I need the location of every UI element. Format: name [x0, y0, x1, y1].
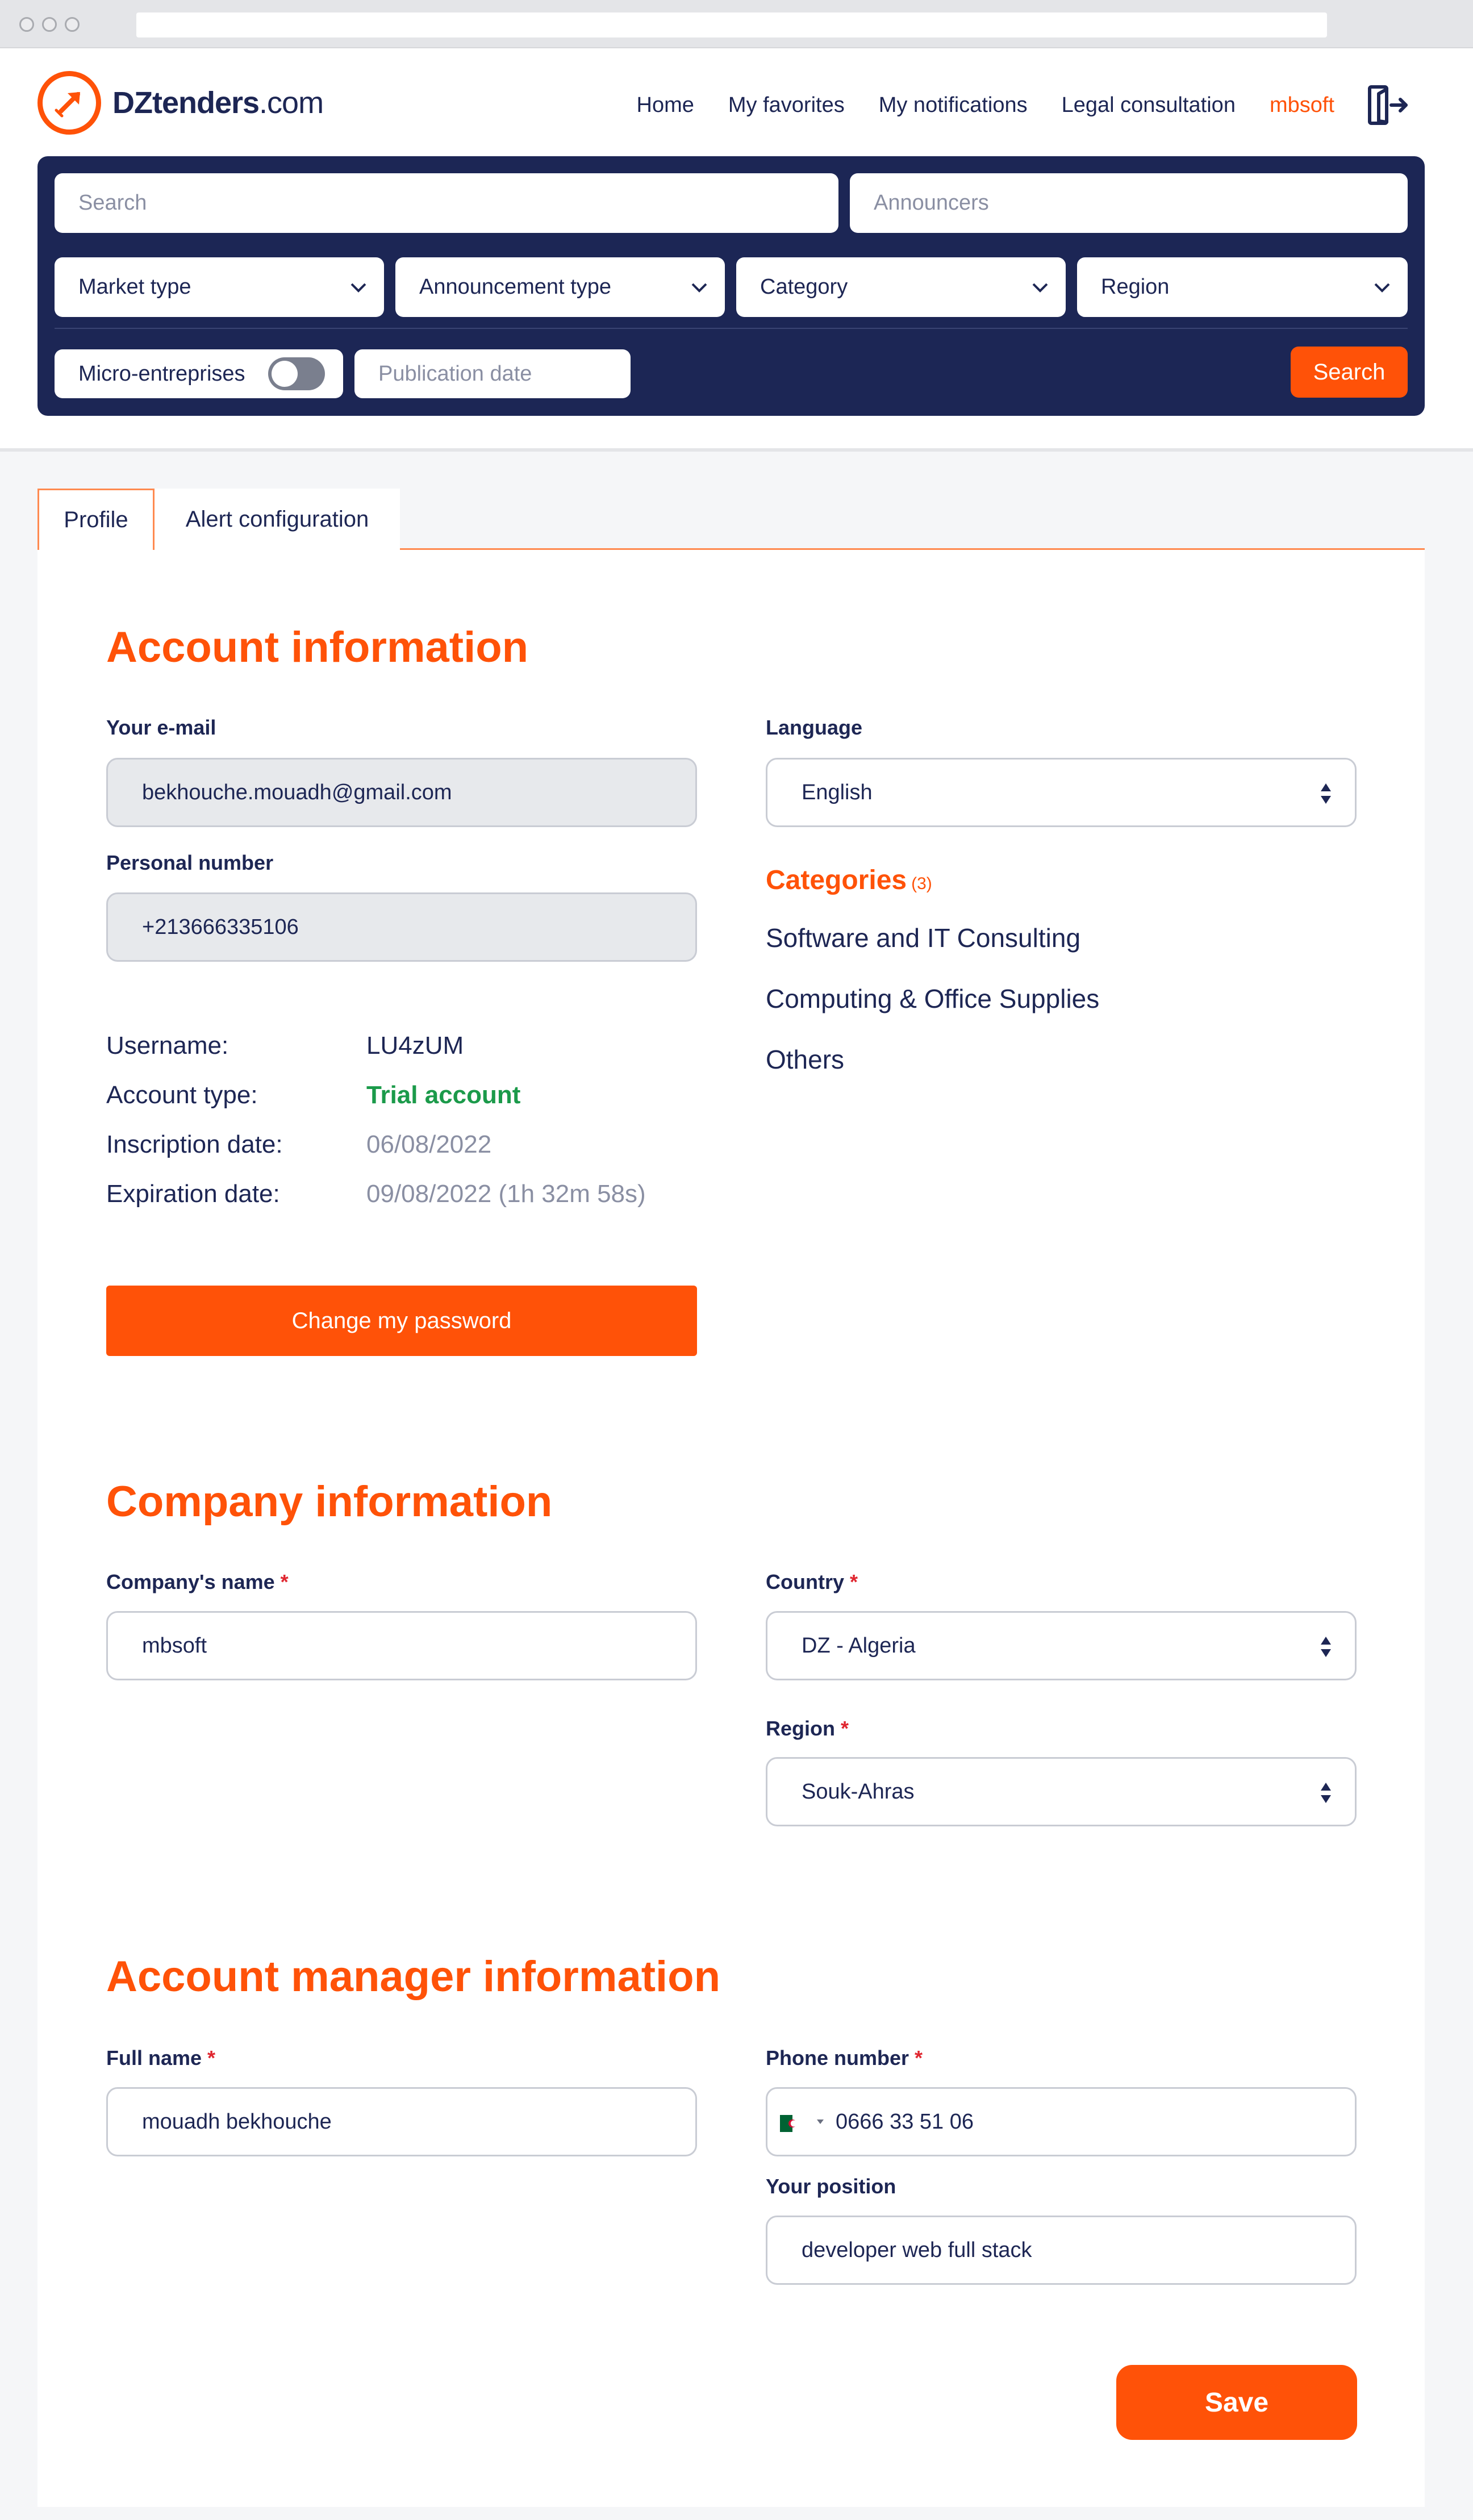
search-panel: Search Announcers Market type Announceme…	[37, 156, 1425, 416]
algeria-flag-icon[interactable]	[780, 2113, 805, 2132]
region-label: Region	[1101, 275, 1170, 299]
personal-number-field: +213666335106	[106, 892, 697, 962]
logo-text: DZtenders.com	[112, 86, 324, 120]
full-name-label: Full name *	[106, 2046, 216, 2070]
nav-user-account[interactable]: mbsoft	[1270, 93, 1334, 118]
logout-icon[interactable]	[1366, 84, 1409, 127]
position-field[interactable]: developer web full stack	[766, 2216, 1357, 2285]
site-header: DZtenders.com Home My favorites My notif…	[0, 48, 1473, 452]
manager-info-title: Account manager information	[106, 1952, 720, 2001]
username-key: Username:	[106, 1032, 229, 1059]
market-type-select[interactable]: Market type	[55, 257, 384, 317]
phone-number-label: Phone number *	[766, 2046, 923, 2070]
profile-card: Account information Your e-mail bekhouch…	[37, 550, 1425, 2507]
select-arrows-icon	[1321, 1637, 1331, 1657]
logo[interactable]: DZtenders.com	[37, 71, 324, 135]
company-name-label: Company's name *	[106, 1570, 289, 1593]
position-label: Your position	[766, 2175, 896, 2198]
market-type-label: Market type	[78, 275, 191, 299]
category-item: Software and IT Consulting	[766, 923, 1081, 953]
micro-entreprises-toggle[interactable]	[268, 357, 325, 390]
announcement-type-label: Announcement type	[419, 275, 612, 299]
inscription-date-key: Inscription date:	[106, 1130, 283, 1158]
select-arrows-icon	[1321, 783, 1331, 804]
logo-rocket-icon	[37, 71, 101, 135]
window-minimize-dot[interactable]	[42, 17, 57, 32]
expiration-date-key: Expiration date:	[106, 1180, 280, 1208]
publication-date-input[interactable]: Publication date	[354, 349, 631, 398]
chevron-down-icon	[1032, 283, 1048, 293]
phone-number-field[interactable]: 0666 33 51 06	[766, 2087, 1357, 2156]
categories-title: Categories (3)	[766, 865, 932, 896]
change-password-button[interactable]: Change my password	[106, 1286, 697, 1356]
email-field: bekhouche.mouadh@gmail.com	[106, 758, 697, 827]
country-label: Country *	[766, 1570, 858, 1593]
save-button[interactable]: Save	[1116, 2365, 1357, 2440]
country-value: DZ - Algeria	[802, 1633, 916, 1658]
caret-down-icon[interactable]	[816, 2119, 824, 2125]
main-nav: Home My favorites My notifications Legal…	[603, 82, 1473, 128]
categories-title-text: Categories	[766, 865, 907, 895]
micro-entreprises-label: Micro-entreprises	[78, 361, 245, 386]
chevron-down-icon	[691, 283, 707, 293]
full-name-field[interactable]: mouadh bekhouche	[106, 2087, 697, 2156]
chevron-down-icon	[1374, 283, 1390, 293]
company-name-field[interactable]: mbsoft	[106, 1611, 697, 1680]
nav-notifications[interactable]: My notifications	[879, 93, 1028, 118]
address-bar[interactable]	[136, 12, 1327, 37]
region-select[interactable]: Souk-Ahras	[766, 1757, 1357, 1826]
category-item: Others	[766, 1045, 845, 1074]
account-info-title: Account information	[106, 623, 529, 671]
language-label: Language	[766, 716, 863, 739]
account-type-key: Account type:	[106, 1081, 258, 1109]
region-select[interactable]: Region	[1077, 257, 1408, 317]
username-value: LU4zUM	[366, 1032, 464, 1059]
select-arrows-icon	[1321, 1783, 1331, 1803]
nav-home[interactable]: Home	[637, 93, 694, 118]
search-separator	[55, 328, 1408, 329]
category-select[interactable]: Category	[736, 257, 1066, 317]
language-value: English	[802, 780, 873, 804]
nav-legal-consultation[interactable]: Legal consultation	[1062, 93, 1236, 118]
categories-count: (3)	[911, 874, 932, 893]
micro-entreprises-filter: Micro-entreprises	[55, 349, 343, 398]
tab-profile[interactable]: Profile	[37, 489, 155, 552]
language-select[interactable]: English	[766, 758, 1357, 827]
search-button[interactable]: Search	[1291, 347, 1408, 398]
account-type-badge: Trial account	[366, 1081, 521, 1109]
inscription-date-value: 06/08/2022	[366, 1130, 492, 1158]
nav-favorites[interactable]: My favorites	[728, 93, 845, 118]
announcers-input[interactable]: Announcers	[850, 173, 1408, 233]
profile-tabs: Profile Alert configuration	[37, 489, 1425, 552]
window-maximize-dot[interactable]	[65, 17, 80, 32]
region-value: Souk-Ahras	[802, 1779, 915, 1804]
tab-alert-configuration[interactable]: Alert configuration	[155, 489, 400, 550]
category-label: Category	[760, 275, 848, 299]
category-item: Computing & Office Supplies	[766, 984, 1100, 1013]
phone-number-value: 0666 33 51 06	[836, 2109, 974, 2134]
search-input[interactable]: Search	[55, 173, 838, 233]
company-info-title: Company information	[106, 1478, 553, 1526]
chevron-down-icon	[350, 283, 366, 293]
announcement-type-select[interactable]: Announcement type	[395, 257, 725, 317]
email-label: Your e-mail	[106, 716, 216, 739]
browser-chrome	[0, 0, 1473, 48]
personal-number-label: Personal number	[106, 851, 274, 874]
country-select[interactable]: DZ - Algeria	[766, 1611, 1357, 1680]
window-close-dot[interactable]	[19, 17, 34, 32]
region-label: Region *	[766, 1717, 849, 1740]
expiration-date-value: 09/08/2022 (1h 32m 58s)	[366, 1180, 646, 1208]
toggle-knob	[271, 361, 298, 387]
